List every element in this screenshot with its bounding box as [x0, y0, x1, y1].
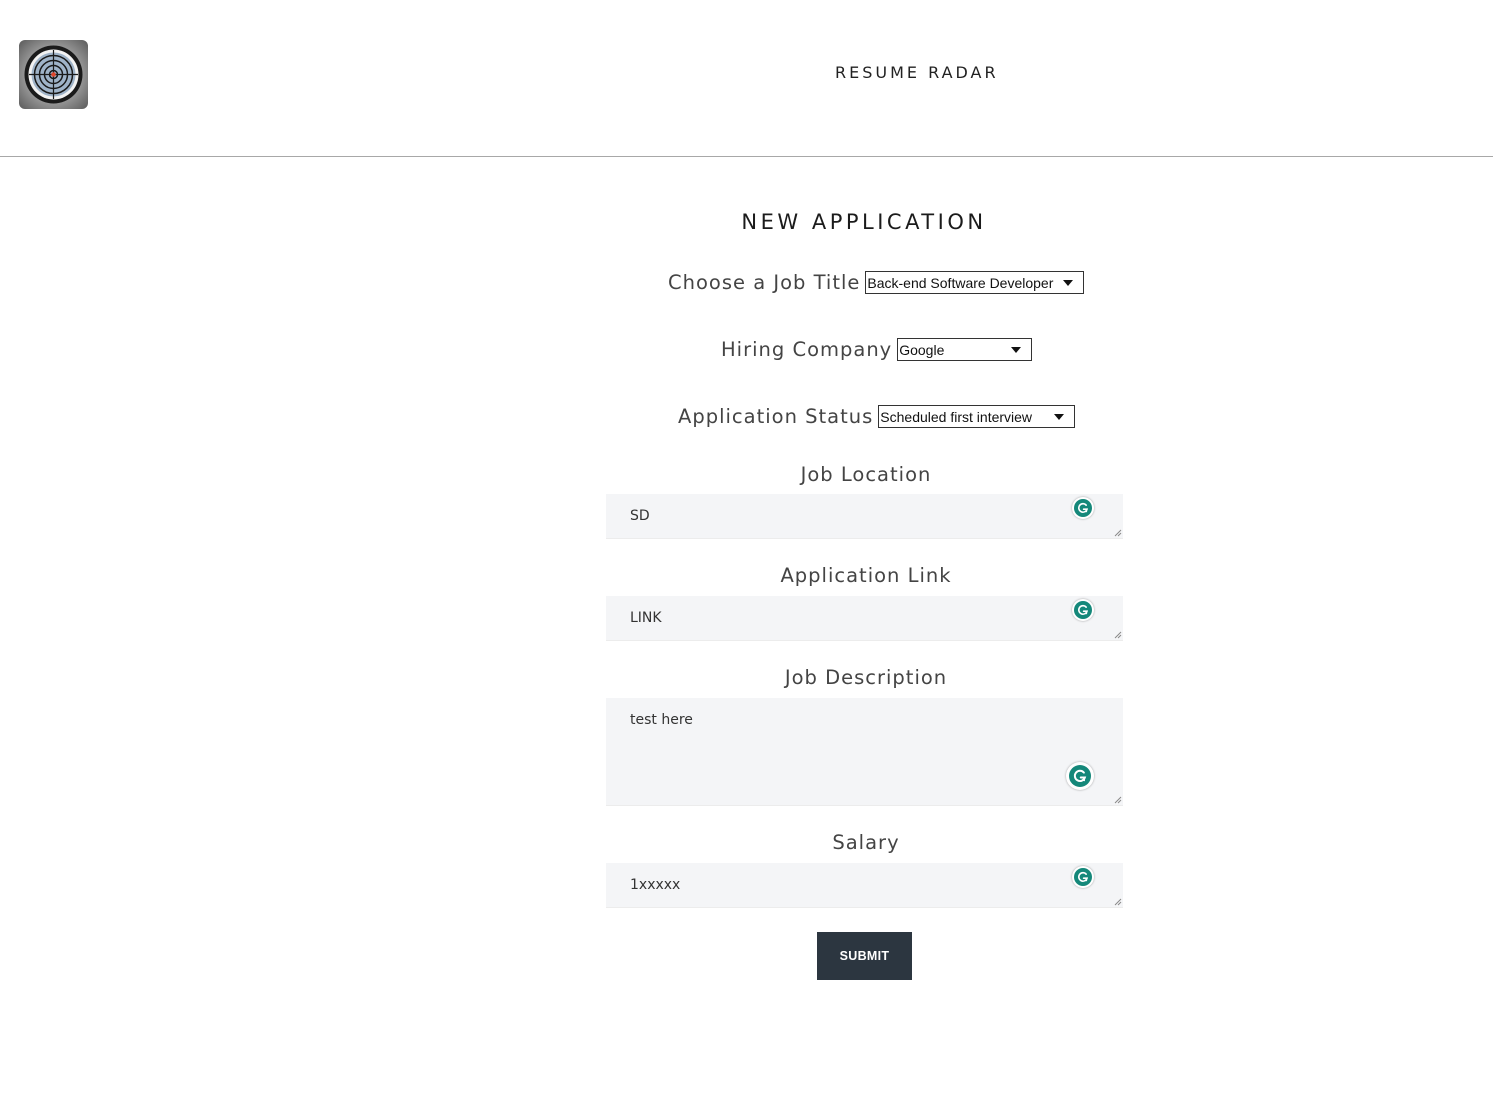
job-location-value: SD	[630, 508, 650, 524]
hiring-company-label: Hiring Company	[721, 338, 893, 361]
application-link-input[interactable]: LINK	[606, 596, 1123, 641]
application-status-select[interactable]: Scheduled first interview	[878, 405, 1076, 428]
job-title-selected-value: Back-end Software Developer	[867, 275, 1054, 291]
radar-logo-icon[interactable]	[19, 40, 88, 109]
resize-handle-icon[interactable]	[1114, 898, 1122, 906]
grammarly-icon[interactable]	[1072, 497, 1094, 519]
job-title-select[interactable]: Back-end Software Developer	[865, 271, 1085, 294]
salary-input[interactable]: 1xxxxx	[606, 863, 1123, 908]
page-title: NEW APPLICATION	[741, 210, 987, 234]
resize-handle-icon[interactable]	[1114, 796, 1122, 804]
job-title-row: Choose a Job Title Back-end Software Dev…	[668, 271, 1085, 294]
chevron-down-icon	[1054, 414, 1065, 420]
job-location-input[interactable]: SD	[606, 494, 1123, 539]
job-description-value: test here	[630, 712, 693, 728]
grammarly-icon[interactable]	[1072, 599, 1094, 621]
hiring-company-selected-value: Google	[899, 342, 945, 358]
grammarly-icon[interactable]	[1072, 866, 1094, 888]
salary-label: Salary	[832, 831, 900, 854]
job-title-label: Choose a Job Title	[668, 271, 861, 294]
brand-title[interactable]: RESUME RADAR	[835, 63, 999, 82]
grammarly-icon[interactable]	[1066, 762, 1094, 790]
submit-button[interactable]: SUBMIT	[817, 932, 912, 980]
application-link-value: LINK	[630, 610, 662, 626]
chevron-down-icon	[1011, 347, 1022, 353]
application-status-row: Application Status Scheduled first inter…	[678, 405, 1076, 428]
application-status-selected-value: Scheduled first interview	[880, 409, 1033, 425]
chevron-down-icon	[1063, 280, 1074, 286]
salary-value: 1xxxxx	[630, 877, 681, 893]
job-location-label: Job Location	[800, 463, 932, 486]
hiring-company-select[interactable]: Google	[897, 338, 1033, 361]
site-header: RESUME RADAR	[0, 0, 1493, 157]
application-status-label: Application Status	[678, 405, 874, 428]
job-description-input[interactable]: test here	[606, 698, 1123, 806]
job-description-label: Job Description	[784, 666, 948, 689]
resize-handle-icon[interactable]	[1114, 631, 1122, 639]
application-link-label: Application Link	[780, 564, 952, 587]
resize-handle-icon[interactable]	[1114, 529, 1122, 537]
hiring-company-row: Hiring Company Google	[721, 338, 1033, 361]
